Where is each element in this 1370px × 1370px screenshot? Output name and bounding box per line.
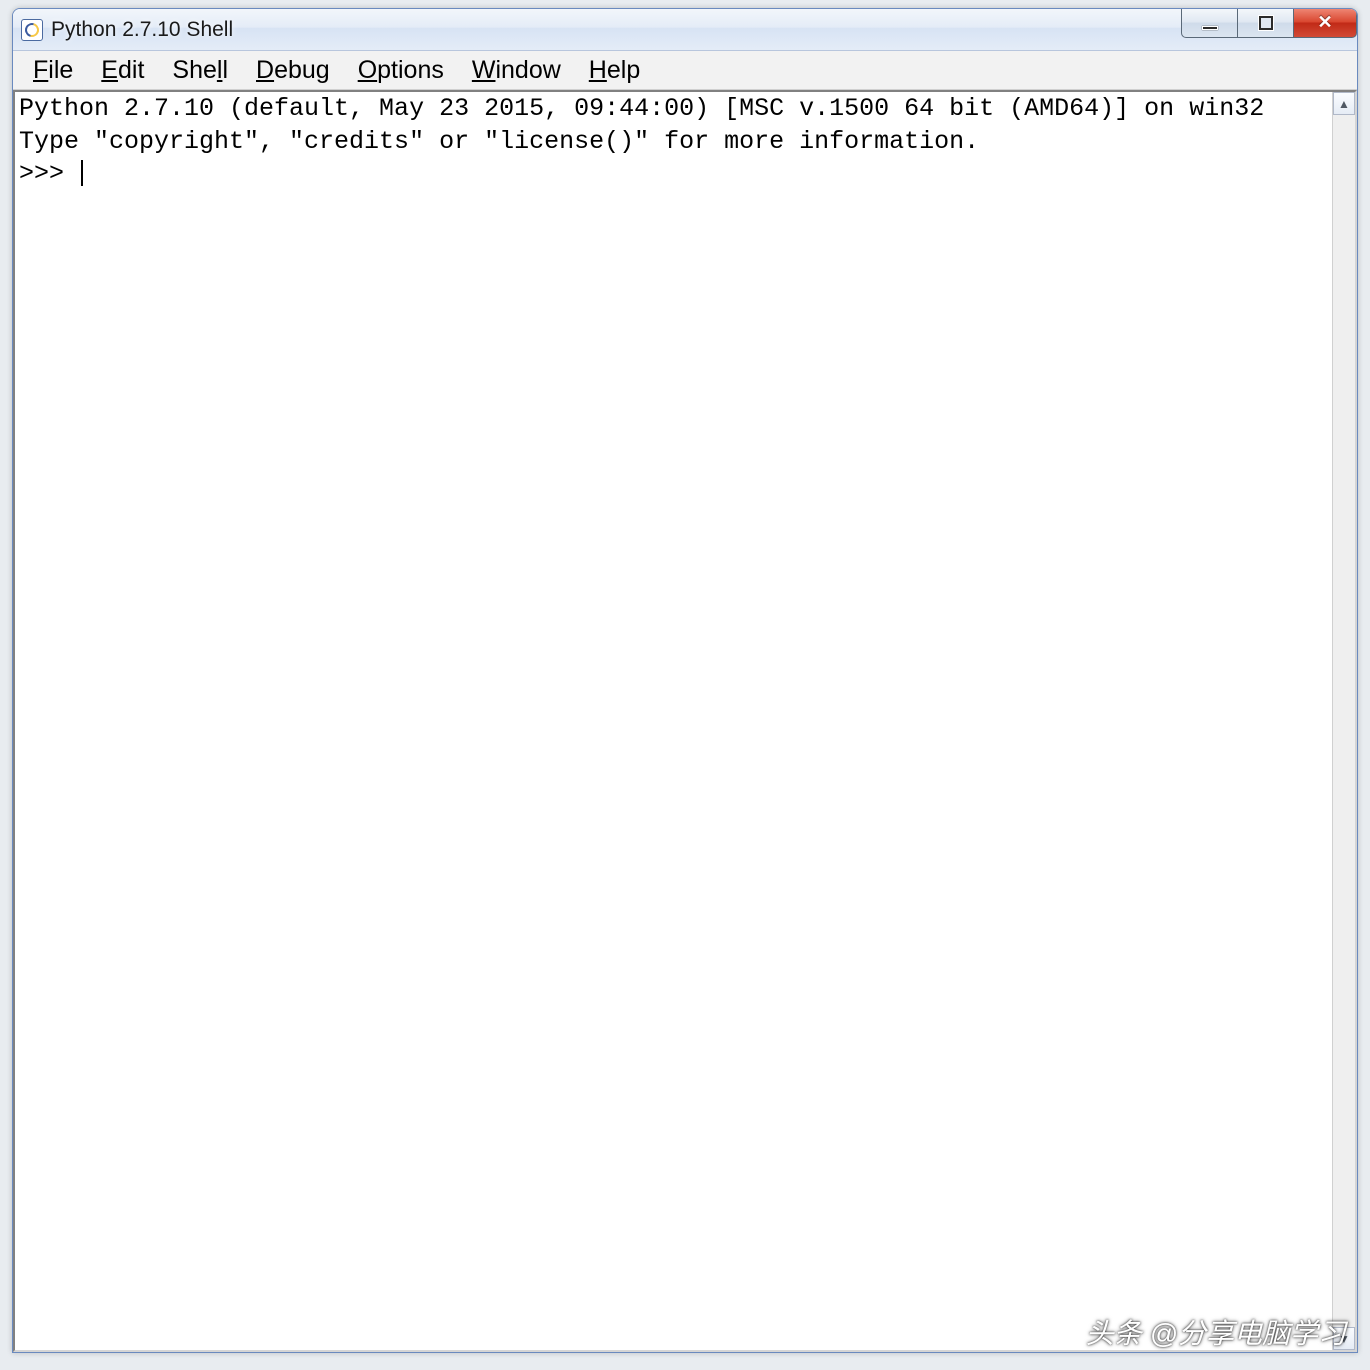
client-area: Python 2.7.10 (default, May 23 2015, 09:… [13,90,1357,1352]
shell-banner-line1: Python 2.7.10 (default, May 23 2015, 09:… [19,94,1264,123]
chevron-up-icon: ▲ [1338,97,1350,111]
maximize-button[interactable] [1237,8,1293,38]
app-icon [21,19,43,41]
application-window: Python 2.7.10 Shell ✕ File Edit Shell De… [12,8,1358,1353]
maximize-icon [1259,16,1273,30]
menu-shell[interactable]: Shell [160,54,240,87]
menu-options[interactable]: Options [346,54,456,87]
shell-prompt: >>> [19,159,79,188]
close-button[interactable]: ✕ [1293,8,1357,38]
close-icon: ✕ [1317,12,1332,33]
window-controls: ✕ [1181,8,1357,38]
scroll-down-button[interactable]: ▼ [1333,1327,1355,1350]
minimize-icon [1202,26,1218,30]
titlebar[interactable]: Python 2.7.10 Shell ✕ [13,9,1357,51]
menu-window[interactable]: Window [460,54,573,87]
menu-help[interactable]: Help [577,54,652,87]
menu-file[interactable]: File [21,54,85,87]
scroll-up-button[interactable]: ▲ [1333,92,1355,115]
text-cursor [81,160,83,186]
scrollbar-track[interactable] [1333,115,1355,1327]
shell-text-area[interactable]: Python 2.7.10 (default, May 23 2015, 09:… [15,92,1332,1350]
minimize-button[interactable] [1181,8,1237,38]
window-title: Python 2.7.10 Shell [51,18,1357,42]
menu-debug[interactable]: Debug [244,54,342,87]
chevron-down-icon: ▼ [1338,1332,1350,1346]
menubar: File Edit Shell Debug Options Window Hel… [13,51,1357,90]
menu-edit[interactable]: Edit [89,54,156,87]
vertical-scrollbar[interactable]: ▲ ▼ [1332,92,1355,1350]
shell-banner-line2: Type "copyright", "credits" or "license(… [19,127,979,156]
